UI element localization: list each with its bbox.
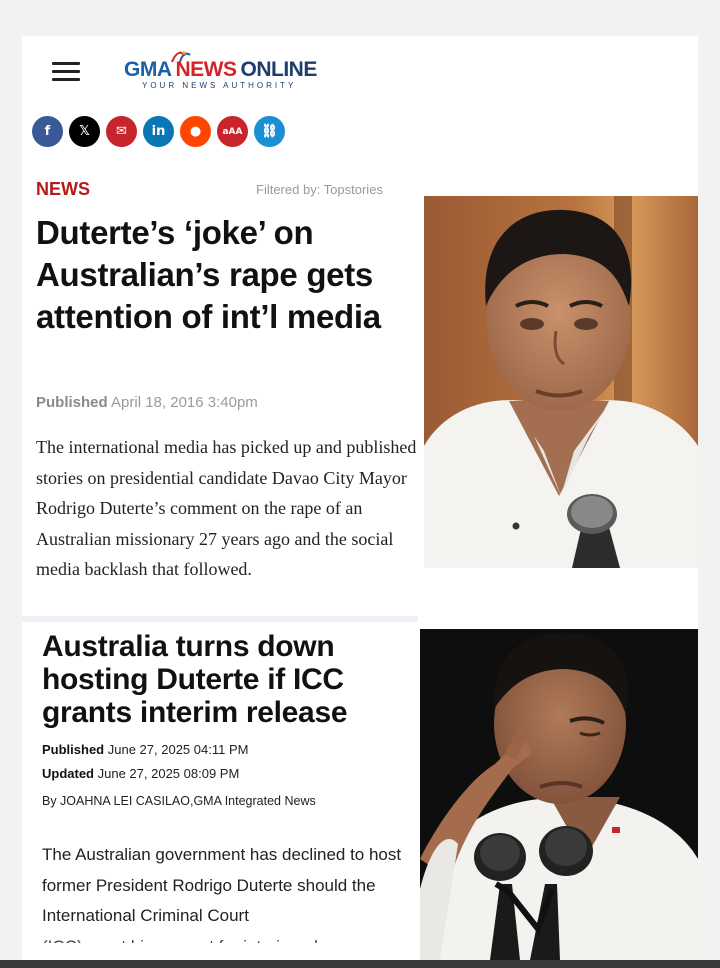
published-date: April 18, 2016 3:40pm bbox=[111, 394, 258, 411]
article2-updated: Updated June 27, 2025 08:09 PM bbox=[42, 766, 239, 781]
reddit-share-icon[interactable]: ● bbox=[180, 116, 211, 147]
published-date: June 27, 2025 04:11 PM bbox=[107, 742, 249, 757]
published-label: Published bbox=[36, 394, 108, 411]
published-label: Published bbox=[42, 742, 105, 757]
logo-gma: GMA bbox=[124, 58, 172, 81]
font-size-icon[interactable]: aAA bbox=[217, 116, 248, 147]
gma-news-logo[interactable]: GMA NEWS ONLINE YOUR NEWS AUTHORITY bbox=[124, 50, 364, 94]
article2-body-cut: (ICC) grant his request for interim rele… bbox=[42, 932, 422, 943]
x-share-icon[interactable]: 𝕏 bbox=[69, 116, 100, 147]
section-label[interactable]: NEWS bbox=[36, 179, 90, 200]
logo-online: ONLINE bbox=[240, 58, 318, 81]
facebook-share-icon[interactable]: f bbox=[32, 116, 63, 147]
article2-body-cut-text: (ICC) grant his request for interim rele… bbox=[42, 932, 422, 943]
filter-label: Filtered by: Topstories bbox=[256, 182, 383, 197]
screenshot-sheet: GMA NEWS ONLINE YOUR NEWS AUTHORITY f 𝕏 ✉ in ●… bbox=[22, 36, 698, 960]
updated-label: Updated bbox=[42, 766, 94, 781]
article1-headline: Duterte’s ‘joke’ on Australian’s rape ge… bbox=[36, 214, 381, 335]
article1-published: Published April 18, 2016 3:40pm bbox=[36, 394, 258, 411]
article1-body: The international media has picked up an… bbox=[36, 437, 417, 580]
link-share-icon[interactable]: ⛓ bbox=[254, 116, 285, 147]
article-divider bbox=[22, 616, 418, 622]
share-buttons-row: f 𝕏 ✉ in ● aAA ⛓ bbox=[32, 116, 285, 148]
logo-news: NEWS bbox=[175, 58, 238, 81]
bottom-bar bbox=[0, 960, 720, 968]
logo-wordmark: GMA NEWS ONLINE bbox=[124, 58, 317, 82]
article1-photo bbox=[424, 196, 698, 568]
linkedin-share-icon[interactable]: in bbox=[143, 116, 174, 147]
article2-byline[interactable]: By JOAHNA LEI CASILAO,GMA Integrated New… bbox=[42, 794, 316, 808]
article2-body: The Australian government has declined t… bbox=[42, 845, 402, 925]
article2-headline: Australia turns down hosting Duterte if … bbox=[42, 630, 348, 729]
updated-date: June 27, 2025 08:09 PM bbox=[97, 766, 240, 781]
email-share-icon[interactable]: ✉ bbox=[106, 116, 137, 147]
article2-photo bbox=[420, 629, 698, 960]
hamburger-menu-icon[interactable] bbox=[52, 62, 80, 82]
article2-published: Published June 27, 2025 04:11 PM bbox=[42, 742, 248, 757]
logo-tagline: YOUR NEWS AUTHORITY bbox=[142, 81, 297, 90]
